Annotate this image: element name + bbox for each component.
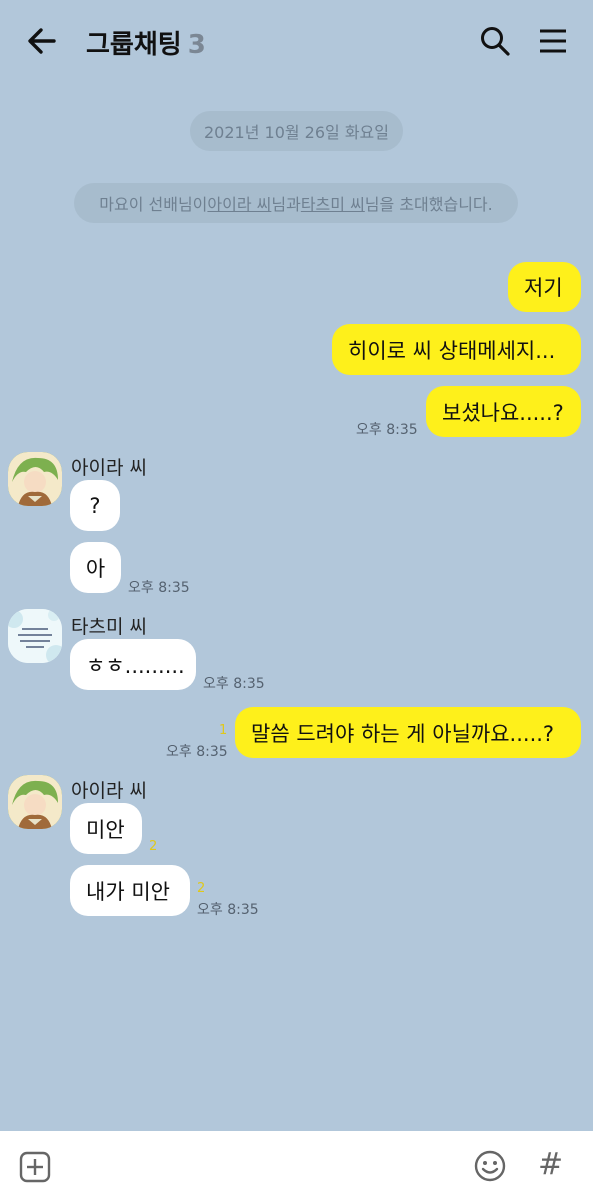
avatar-illustration <box>8 609 62 663</box>
chat-header: 그룹채팅 3 <box>0 0 593 82</box>
my-message-bubble[interactable]: 보셨나요.....? <box>426 386 581 437</box>
chat-title-label: 그룹채팅 <box>86 30 182 60</box>
unread-count: 2 <box>197 881 206 896</box>
sender-name[interactable]: 타츠미 씨 <box>71 612 147 639</box>
unread-count: 1 <box>219 723 228 738</box>
hash-icon[interactable]: # <box>538 1147 563 1182</box>
avatar[interactable] <box>8 609 62 663</box>
system-message-suffix: 님을 초대했습니다. <box>364 195 493 214</box>
message-time: 오후 8:35 <box>197 902 259 918</box>
hamburger-menu-icon[interactable] <box>536 24 570 58</box>
unread-count: 2 <box>149 839 158 854</box>
message-time: 오후 8:35 <box>356 422 418 438</box>
search-icon[interactable] <box>478 24 512 58</box>
message-time: 오후 8:35 <box>166 744 228 760</box>
my-message-bubble[interactable]: 히이로 씨 상태메세지... <box>332 324 581 375</box>
chat-title: 그룹채팅 3 <box>86 24 206 61</box>
plus-square-icon[interactable] <box>19 1151 51 1183</box>
their-message-bubble[interactable]: 아 <box>70 542 121 593</box>
avatar-illustration <box>8 775 62 829</box>
input-bar: # <box>0 1131 593 1200</box>
their-message-bubble[interactable]: ㅎㅎ......... <box>70 639 196 690</box>
avatar-illustration <box>8 452 62 506</box>
system-message-user-link[interactable]: 타츠미 씨 <box>301 191 365 215</box>
back-arrow-icon[interactable] <box>26 26 58 56</box>
sender-name[interactable]: 아이라 씨 <box>71 453 147 480</box>
date-divider: 2021년 10월 26일 화요일 <box>190 111 403 151</box>
sender-name[interactable]: 아이라 씨 <box>71 776 147 803</box>
their-message-bubble[interactable]: ? <box>70 480 120 531</box>
message-time: 오후 8:35 <box>203 676 265 692</box>
system-message-prefix: 마요이 선배님이 <box>99 195 208 214</box>
smiley-icon[interactable] <box>473 1149 507 1183</box>
their-message-bubble[interactable]: 미안 <box>70 803 142 854</box>
their-message-bubble[interactable]: 내가 미안 <box>70 865 190 916</box>
avatar[interactable] <box>8 452 62 506</box>
my-message-bubble[interactable]: 저기 <box>508 262 581 312</box>
system-message: 마요이 선배님이 아이라 씨 님과 타츠미 씨 님을 초대했습니다. <box>74 183 518 223</box>
message-time: 오후 8:35 <box>128 580 190 596</box>
system-message-middle: 님과 <box>271 195 301 214</box>
member-count: 3 <box>187 30 206 60</box>
my-message-bubble[interactable]: 말씀 드려야 하는 게 아닐까요.....? <box>235 707 581 758</box>
system-message-user-link[interactable]: 아이라 씨 <box>207 191 271 215</box>
avatar[interactable] <box>8 775 62 829</box>
